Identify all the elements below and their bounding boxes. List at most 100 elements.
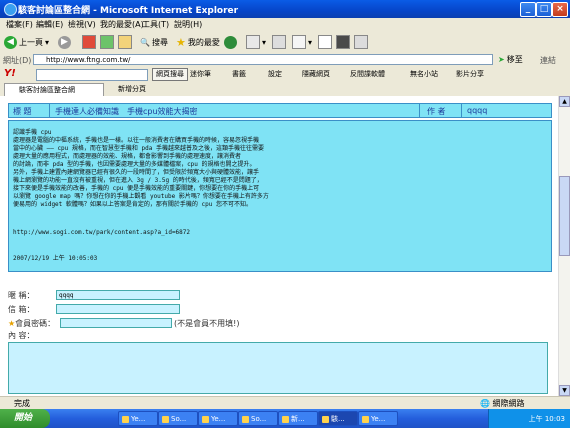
discuss-icon xyxy=(318,35,332,49)
edit-icon xyxy=(292,35,306,49)
minimize-button[interactable]: _ xyxy=(520,2,536,17)
star-icon: ★ xyxy=(176,35,186,49)
taskbar: 開始 Ye... So... Ye... So... 新... 駭... Ye.… xyxy=(0,409,570,428)
address-input[interactable]: http://www.ftng.com.tw/ xyxy=(33,54,493,65)
yahoo-item-bookmarks[interactable]: 書籤 xyxy=(232,69,246,79)
window-title: 駭客討論區整合網 - Microsoft Internet Explorer xyxy=(18,6,239,16)
web-search-button[interactable]: 網頁搜尋 xyxy=(152,68,188,81)
vertical-scrollbar[interactable]: ▲ ▼ xyxy=(558,96,570,396)
search-button[interactable]: 🔍 搜尋 xyxy=(140,34,168,50)
refresh-button[interactable] xyxy=(100,34,114,50)
menu-bar: 檔案(F) 編輯(E) 檢視(V) 我的最愛(A) 工具(T) 說明(H) xyxy=(0,18,570,32)
toolbar: ◀ 上一頁 ▾ ▶ 🔍 搜尋 ★ 我的最愛 ▾ ▾ xyxy=(0,31,570,54)
task-item[interactable]: Ye... xyxy=(358,411,398,426)
history-button[interactable] xyxy=(224,34,237,50)
password-input[interactable] xyxy=(60,318,172,328)
search-label: 搜尋 xyxy=(151,37,168,47)
status-text: 完成 xyxy=(14,399,30,408)
menu-tools[interactable]: 工具(T) xyxy=(142,19,169,30)
yahoo-toolbar: Y! 網頁搜尋 迷你筆 書籤 設定 隱藏網頁 反間諜軟體 無名小站 影片分享 xyxy=(0,67,570,83)
favorites-button[interactable]: ★ 我的最愛 xyxy=(176,34,220,50)
post-title: 手機達人必備知識 手機cpu效能大揭密 xyxy=(55,107,198,116)
email-input[interactable] xyxy=(56,304,180,314)
home-button[interactable] xyxy=(118,34,132,50)
post-body-box: 認識手機 cpu 處理器是電腦的中樞系統，手機也是一樣。以往一般消費者在購買手機… xyxy=(8,120,552,272)
links-button[interactable]: 連結 xyxy=(540,55,556,66)
messenger-icon xyxy=(336,35,350,49)
nickname-label: 暱 稱： xyxy=(8,291,35,300)
menu-edit[interactable]: 編輯(E) xyxy=(36,19,63,30)
content-textarea[interactable] xyxy=(8,342,548,394)
address-label: 網址(D) xyxy=(3,56,32,65)
ie-icon xyxy=(4,3,17,16)
go-button[interactable]: ➤ 移至 xyxy=(498,54,523,65)
task-item-active[interactable]: 駭... xyxy=(318,411,358,426)
back-button[interactable]: ◀ 上一頁 ▾ xyxy=(4,34,49,50)
discuss-button[interactable] xyxy=(318,34,332,50)
history-icon xyxy=(224,35,237,49)
yahoo-item-wretch[interactable]: 無名小站 xyxy=(410,69,438,79)
task-item[interactable]: 新... xyxy=(278,411,318,426)
chevron-down-icon: ▾ xyxy=(262,37,267,47)
scroll-down-icon[interactable]: ▼ xyxy=(559,385,570,396)
password-label: 會員密碼： xyxy=(15,319,56,328)
scroll-up-icon[interactable]: ▲ xyxy=(559,96,570,107)
clock: 上午 10:03 xyxy=(528,415,565,423)
task-item[interactable]: Ye... xyxy=(198,411,238,426)
yahoo-search-input[interactable] xyxy=(36,69,148,81)
address-bar: 網址(D) http://www.ftng.com.tw/ ➤ 移至 連結 xyxy=(0,53,570,68)
home-icon xyxy=(118,35,132,49)
menu-file[interactable]: 檔案(F) xyxy=(6,19,33,30)
internet-zone: 🌐 網際網路 xyxy=(480,399,525,408)
menu-view[interactable]: 檢視(V) xyxy=(68,19,96,30)
post-date: 2007/12/19 上午 10:05:03 xyxy=(13,255,98,262)
yahoo-item-video[interactable]: 影片分享 xyxy=(456,69,484,79)
yahoo-logo[interactable]: Y! xyxy=(4,68,16,79)
refresh-icon xyxy=(100,35,114,49)
research-icon xyxy=(354,35,368,49)
nickname-input[interactable]: qqqq xyxy=(56,290,180,300)
back-label: 上一頁 xyxy=(19,37,43,47)
yahoo-item-antispyware[interactable]: 反間諜軟體 xyxy=(350,69,385,79)
post-body: 認識手機 cpu 處理器是電腦的中樞系統，手機也是一樣。以往一般消費者在購買手機… xyxy=(13,129,269,208)
task-item[interactable]: Ye... xyxy=(118,411,158,426)
messenger-button[interactable] xyxy=(336,34,350,50)
edit-button[interactable]: ▾ xyxy=(292,34,312,50)
task-item[interactable]: So... xyxy=(158,411,198,426)
stop-button[interactable] xyxy=(82,34,96,50)
back-arrow-icon: ◀ xyxy=(4,35,17,49)
yahoo-item-settings[interactable]: 設定 xyxy=(268,69,282,79)
menu-help[interactable]: 說明(H) xyxy=(174,19,202,30)
tab-new[interactable]: 新增分頁 xyxy=(106,83,166,96)
chevron-down-icon: ▾ xyxy=(308,37,313,47)
chevron-down-icon: ▾ xyxy=(45,37,50,47)
task-item[interactable]: So... xyxy=(238,411,278,426)
scroll-thumb[interactable] xyxy=(559,176,570,256)
page-content: 標 題 手機達人必備知識 手機cpu效能大揭密 作 者 qqqq 認識手機 cp… xyxy=(0,96,558,396)
print-button[interactable] xyxy=(272,34,286,50)
status-bar: 完成 🌐 網際網路 xyxy=(0,396,570,410)
post-header: 標 題 手機達人必備知識 手機cpu效能大揭密 作 者 qqqq xyxy=(8,103,552,118)
research-button[interactable] xyxy=(354,34,368,50)
system-tray: 上午 10:03 xyxy=(488,409,570,428)
yahoo-item-mini-pen[interactable]: 迷你筆 xyxy=(190,69,211,79)
start-button[interactable]: 開始 xyxy=(0,409,50,428)
author-label: 作 者 xyxy=(427,107,446,116)
mail-button[interactable]: ▾ xyxy=(246,34,266,50)
post-url[interactable]: http://www.sogi.com.tw/park/content.asp?… xyxy=(13,229,190,236)
stop-icon xyxy=(82,35,96,49)
maximize-button[interactable]: □ xyxy=(536,2,552,17)
close-button[interactable]: × xyxy=(552,2,568,17)
forward-button[interactable]: ▶ xyxy=(58,34,71,50)
tab-active[interactable]: 駭客討論區整合網 xyxy=(4,83,104,96)
password-label-row: ★會員密碼： xyxy=(8,318,55,329)
go-arrow-icon: ➤ xyxy=(498,55,505,64)
yahoo-item-hide-page[interactable]: 隱藏網頁 xyxy=(302,69,330,79)
title-bar[interactable]: 駭客討論區整合網 - Microsoft Internet Explorer _… xyxy=(0,0,570,18)
password-note: (不是會員不用填!) xyxy=(174,319,240,328)
email-label: 信 箱： xyxy=(8,305,35,314)
menu-favorites[interactable]: 我的最愛(A) xyxy=(100,19,144,30)
forward-arrow-icon: ▶ xyxy=(58,35,71,49)
zone-label: 網際網路 xyxy=(492,399,525,408)
mail-icon xyxy=(246,35,260,49)
